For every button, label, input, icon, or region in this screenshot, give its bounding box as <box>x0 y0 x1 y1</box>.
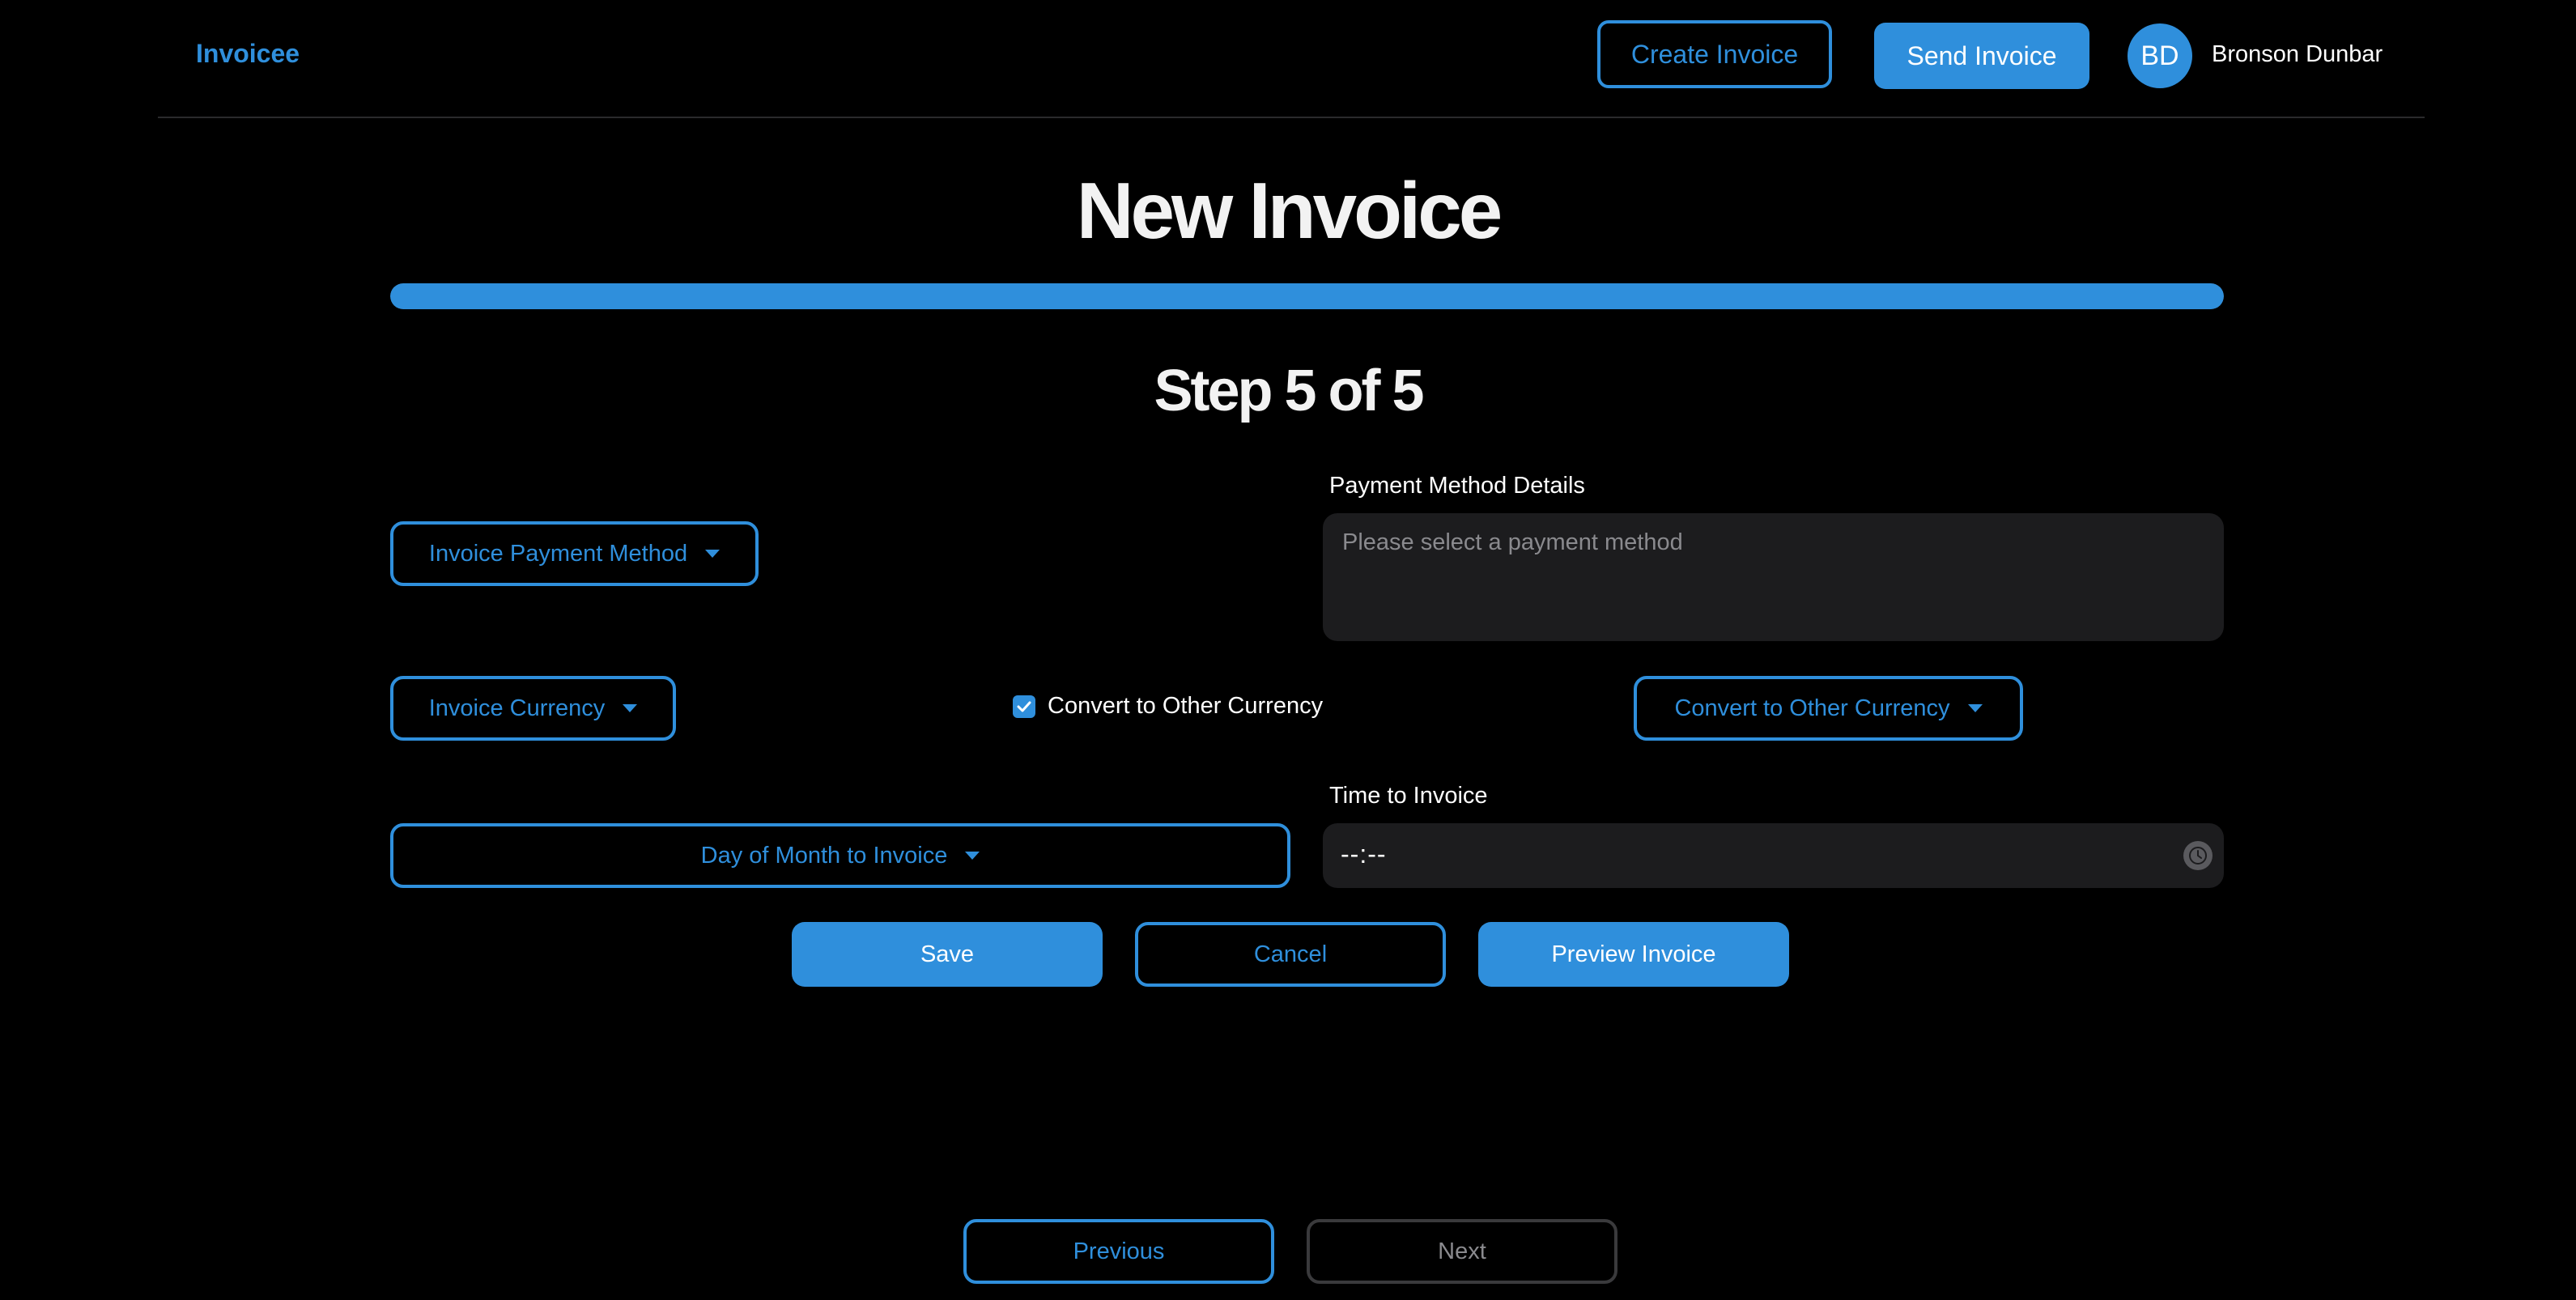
create-invoice-button[interactable]: Create Invoice <box>1597 20 1832 88</box>
invoice-currency-dropdown[interactable]: Invoice Currency <box>390 676 676 741</box>
day-of-month-dropdown[interactable]: Day of Month to Invoice <box>390 823 1290 888</box>
caret-down-icon <box>965 852 980 860</box>
cancel-button[interactable]: Cancel <box>1135 922 1446 987</box>
payment-method-dropdown[interactable]: Invoice Payment Method <box>390 521 759 586</box>
brand-logo-link[interactable]: Invoicee <box>196 39 300 69</box>
caret-down-icon <box>1967 704 1983 712</box>
previous-step-button[interactable]: Previous <box>963 1219 1274 1284</box>
save-button[interactable]: Save <box>792 922 1103 987</box>
send-invoice-button[interactable]: Send Invoice <box>1874 23 2089 89</box>
time-to-invoice-label: Time to Invoice <box>1329 783 1488 809</box>
next-step-button[interactable]: Next <box>1307 1219 1617 1284</box>
user-avatar[interactable]: BD <box>2128 23 2192 88</box>
day-of-month-dropdown-label: Day of Month to Invoice <box>700 842 948 869</box>
user-name: Bronson Dunbar <box>2212 41 2383 67</box>
caret-down-icon <box>623 704 638 712</box>
caret-down-icon <box>705 550 721 558</box>
convert-currency-dropdown[interactable]: Convert to Other Currency <box>1634 676 2023 741</box>
progress-bar-fill <box>390 283 2224 309</box>
progress-bar <box>390 283 2224 309</box>
invoice-currency-dropdown-label: Invoice Currency <box>428 695 606 721</box>
preview-invoice-button[interactable]: Preview Invoice <box>1478 922 1789 987</box>
payment-method-details-textarea[interactable] <box>1323 513 2224 641</box>
convert-currency-checkbox[interactable] <box>1013 695 1035 718</box>
check-icon <box>1017 701 1031 712</box>
time-to-invoice-value: --:-- <box>1341 839 1387 869</box>
payment-method-dropdown-label: Invoice Payment Method <box>428 540 688 567</box>
top-navbar: Invoicee Create Invoice Send Invoice BD … <box>158 0 2425 118</box>
step-indicator: Step 5 of 5 <box>1154 359 1424 423</box>
page-title: New Invoice <box>1076 166 1503 255</box>
time-to-invoice-input[interactable]: --:-- <box>1323 823 2224 888</box>
convert-currency-checkbox-label[interactable]: Convert to Other Currency <box>1048 693 1323 720</box>
payment-method-details-label: Payment Method Details <box>1329 473 1585 499</box>
convert-currency-dropdown-label: Convert to Other Currency <box>1674 695 1950 721</box>
clock-icon[interactable] <box>2183 841 2213 870</box>
